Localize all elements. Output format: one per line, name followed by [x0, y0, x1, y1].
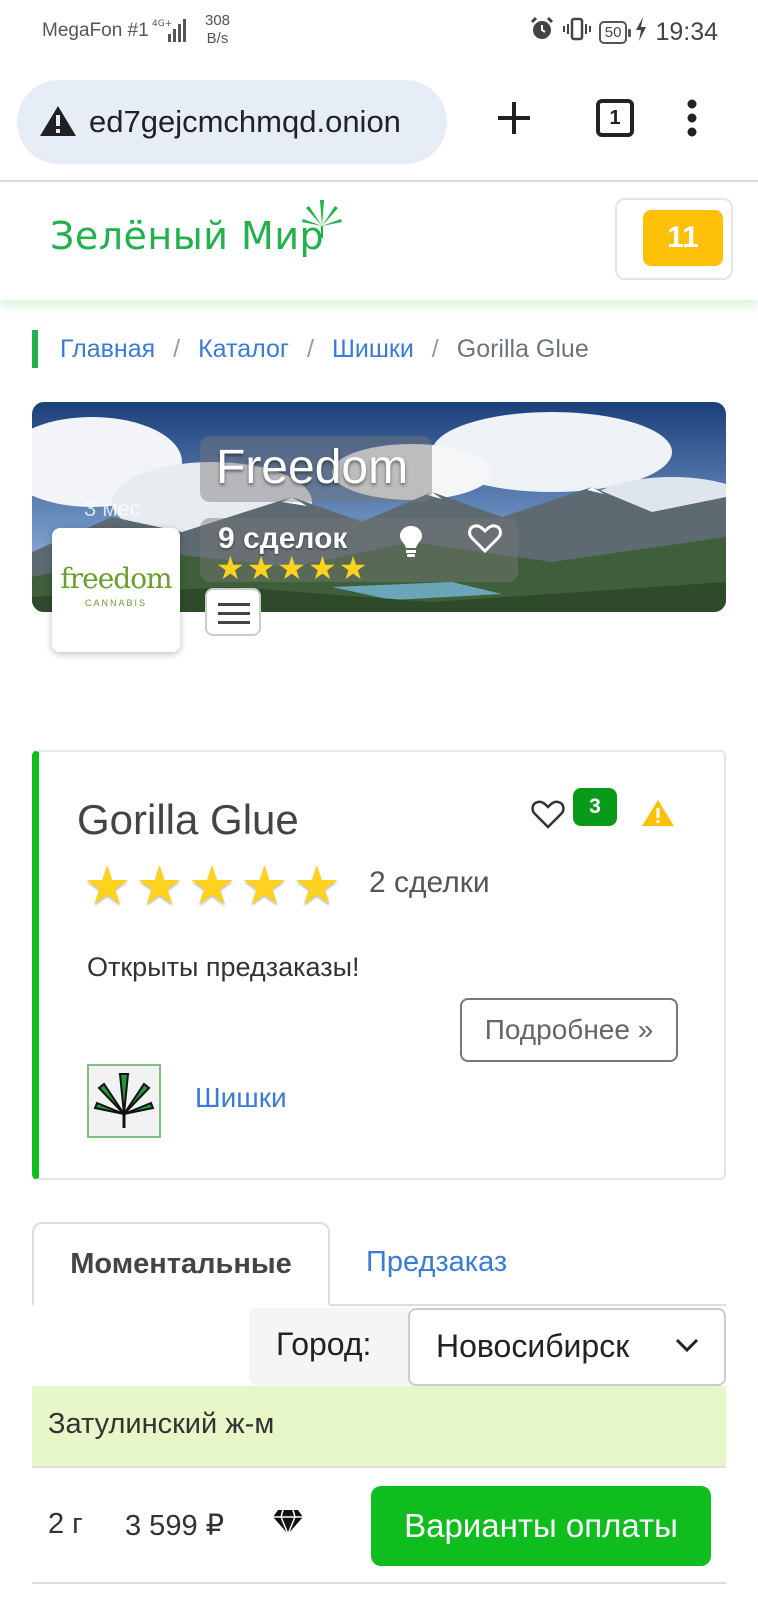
breadcrumb: Главная / Каталог / Шишки / Gorilla Glue — [32, 330, 589, 368]
breadcrumb-current: Gorilla Glue — [456, 334, 589, 363]
more-vert-icon — [687, 99, 697, 137]
vibrate-icon — [562, 16, 591, 49]
breadcrumb-catalog[interactable]: Каталог — [198, 335, 289, 364]
tab-instant[interactable]: Моментальные — [32, 1222, 330, 1306]
more-details-button[interactable]: Подробнее » — [460, 998, 678, 1062]
status-right: 50 19:34 — [529, 16, 718, 49]
charging-icon — [635, 17, 647, 48]
offer-tabs: Моментальные Предзаказ — [32, 1222, 726, 1306]
warning-icon[interactable] — [39, 104, 77, 143]
vendor-menu-button[interactable] — [205, 588, 261, 636]
vendor-logo[interactable]: freedom CANNABIS — [52, 528, 180, 652]
product-favorite-heart-icon[interactable] — [531, 800, 565, 835]
url-text[interactable]: ed7gejcmchmqd.onion — [89, 104, 439, 140]
network-type: 4G+ — [152, 19, 172, 29]
breadcrumb-separator: / — [307, 334, 314, 363]
cart-count-badge[interactable]: 11 — [643, 210, 723, 266]
product-card: Gorilla Glue 3 ★★★★★ 2 сделки Открыты пр… — [32, 750, 726, 1180]
breadcrumb-home[interactable]: Главная — [60, 335, 155, 364]
diamond-icon — [272, 1508, 304, 1541]
city-selected-value[interactable]: Новосибирск — [436, 1328, 629, 1365]
tab-preorder[interactable]: Предзаказ — [366, 1222, 507, 1306]
tabs-button[interactable]: 1 — [596, 99, 634, 137]
report-warning-icon[interactable] — [641, 798, 675, 833]
chevron-down-icon[interactable] — [674, 1332, 700, 1363]
net-speed: 308 B/s — [205, 12, 230, 48]
payment-options-button[interactable]: Варианты оплаты — [371, 1486, 711, 1566]
site-header: Зелёный Мир 11 — [0, 182, 758, 300]
vendor-rating-stars: ★★★★★ — [216, 550, 370, 586]
carrier-name: MegaFon #1 — [42, 20, 149, 41]
cannabis-leaf-icon — [300, 196, 344, 245]
favorites-count-badge: 3 — [573, 788, 617, 826]
browser-toolbar: ed7gejcmchmqd.onion 1 — [0, 66, 758, 182]
clock: 19:34 — [655, 18, 718, 46]
product-category-link[interactable]: Шишки — [195, 1082, 287, 1114]
district-name: Затулинский ж-м — [48, 1408, 275, 1440]
product-description: Открыты предзаказы! — [87, 952, 360, 982]
vendor-favorite-heart-icon[interactable] — [468, 524, 502, 559]
status-bar: MegaFon #1 4G+ 308 B/s 50 19:34 — [0, 0, 758, 66]
lightbulb-icon[interactable] — [398, 524, 424, 563]
plus-icon — [498, 102, 530, 134]
alarm-icon — [529, 16, 555, 49]
cart-button[interactable]: 11 — [615, 198, 733, 280]
net-speed-value: 308 — [205, 12, 231, 29]
vendor-name[interactable]: Freedom — [216, 440, 408, 495]
address-bar[interactable]: ed7gejcmchmqd.onion — [17, 80, 447, 164]
breadcrumb-category[interactable]: Шишки — [332, 335, 414, 364]
vendor-logo-text: freedom — [60, 562, 172, 595]
district-header: Затулинский ж-м — [32, 1386, 726, 1466]
signal-icon: 4G+ — [152, 16, 192, 49]
offer-row: 2 г 3 599 ₽ Варианты оплаты — [32, 1466, 726, 1584]
new-tab-button[interactable] — [492, 96, 536, 140]
battery-indicator: 50 — [598, 21, 632, 44]
product-deals-count: 2 сделки — [369, 866, 490, 899]
net-speed-unit: B/s — [206, 30, 229, 47]
city-select[interactable]: Новосибирск — [408, 1308, 726, 1386]
offer-price: 3 599 ₽ — [125, 1510, 225, 1542]
product-title: Gorilla Glue — [77, 796, 299, 843]
category-leaf-icon[interactable] — [87, 1064, 161, 1138]
product-rating-stars: ★★★★★ — [83, 856, 346, 916]
vendor-logo-subtext: CANNABIS — [84, 598, 147, 608]
city-label: Город: — [276, 1326, 372, 1362]
vendor-since: 3 мес — [84, 496, 141, 521]
site-logo[interactable]: Зелёный Мир — [50, 214, 324, 258]
more-menu-button[interactable] — [682, 96, 702, 140]
breadcrumb-separator: / — [431, 334, 439, 363]
offer-weight: 2 г — [48, 1508, 83, 1540]
breadcrumb-separator: / — [173, 334, 181, 363]
